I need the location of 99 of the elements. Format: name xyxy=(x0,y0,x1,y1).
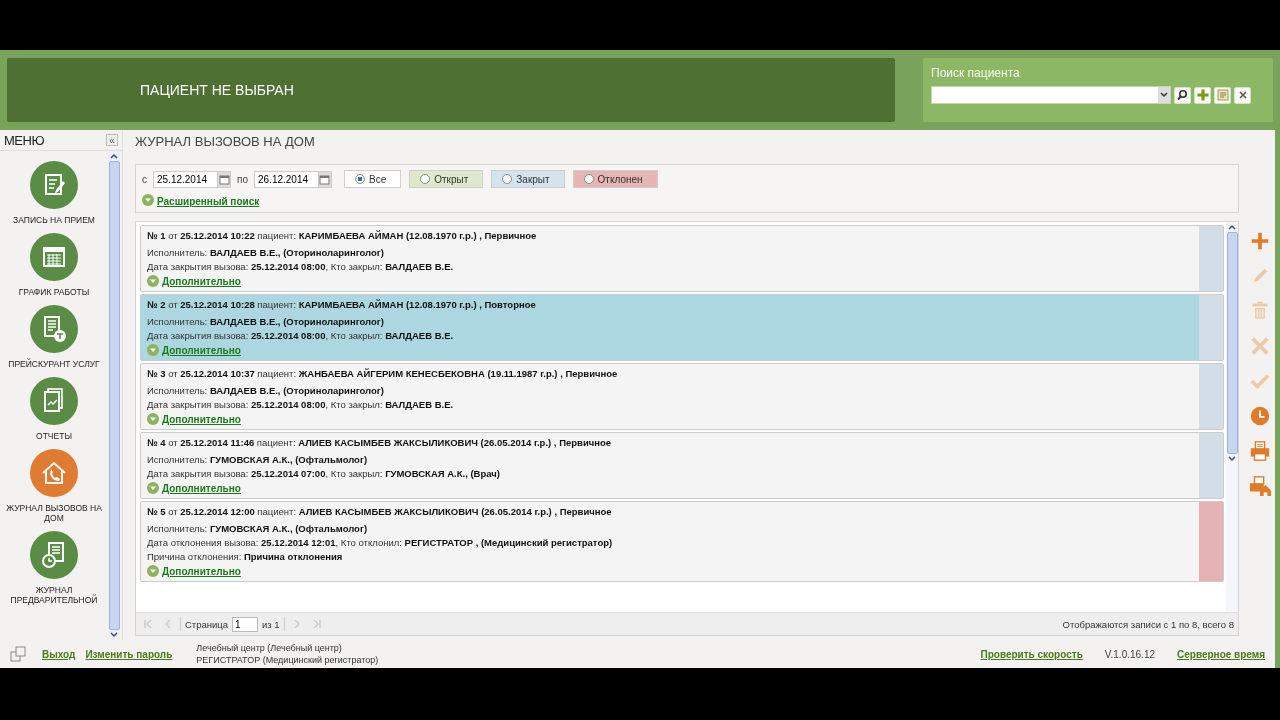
first-page-icon xyxy=(143,619,153,629)
record-text: № 3 от 25.12.2014 10:37 пациент: ЖАНБАЕВА АЙГЕРИМ КЕНЕСБЕКОВНА (19.11.1987 г.р.) , Первичное xyxy=(147,368,619,379)
calendar-button[interactable] xyxy=(217,170,231,188)
plus-icon xyxy=(1195,88,1210,102)
record-card[interactable] xyxy=(140,294,1224,361)
report-icon xyxy=(30,377,78,425)
price-list-icon xyxy=(30,305,78,353)
printer-icon xyxy=(1249,440,1271,462)
collapse-button[interactable]: « xyxy=(106,134,118,146)
next-page-icon xyxy=(291,619,302,629)
record-text: Дата закрытия вызова: 25.12.2014 07:00, Кто закрыл: ГУМОВСКАЯ А.К., (Врач) xyxy=(147,468,501,479)
last-page-icon xyxy=(311,619,322,629)
page-label: Страница xyxy=(185,618,229,630)
expand-icon xyxy=(147,413,159,425)
house-phone-icon xyxy=(30,449,78,497)
record-text: Дата закрытия вызова: 25.12.2014 08:00, Кто закрыл: ВАЛДАЕВ В.Е. xyxy=(147,261,455,272)
more-link[interactable]: Дополнительно xyxy=(162,565,241,577)
record-text: № 1 от 25.12.2014 10:22 пациент: КАРИМБАЕВА АЙМАН (12.08.1970 г.р.) , Первичное xyxy=(147,230,538,241)
expand-icon xyxy=(147,482,159,494)
expand-icon xyxy=(147,275,159,287)
record-card[interactable] xyxy=(140,363,1224,430)
logout-link[interactable]: Выход xyxy=(42,648,76,660)
status-filter-button[interactable]: Отклонен xyxy=(572,170,658,188)
status-filter-button[interactable]: Закрыт xyxy=(491,170,565,188)
search-icon xyxy=(1175,88,1190,102)
search-button[interactable] xyxy=(1174,86,1191,104)
page-count: из 1 xyxy=(262,618,280,630)
date-from-field[interactable]: 25.12.2014 xyxy=(153,170,217,188)
server-time-link[interactable]: Серверное время xyxy=(1177,648,1265,660)
records-summary: Отображаются записи с 1 по 8, всего 8 xyxy=(1062,618,1234,630)
patient-status: ПАЦИЕНТ НЕ ВЫБРАН xyxy=(140,82,294,98)
check-speed-link[interactable]: Проверить скорость xyxy=(980,648,1083,660)
date-to-field[interactable]: 26.12.2014 xyxy=(254,170,318,188)
record-text: Дата отклонения вызова: 25.12.2014 12:01, Кто отклонил: РЕГИСТРАТОР , (Медицинский регистратор) xyxy=(147,537,614,548)
clear-button[interactable] xyxy=(1234,86,1251,104)
patient-search-field[interactable] xyxy=(931,86,1171,104)
printer-house-icon xyxy=(1249,475,1271,497)
notepad-icon xyxy=(1215,88,1230,102)
to-label: по xyxy=(237,173,248,185)
radio-button[interactable] xyxy=(355,174,365,184)
radio-button[interactable] xyxy=(420,174,431,184)
cross-icon xyxy=(1249,335,1271,357)
record-text: Исполнитель: ГУМОВСКАЯ А.К., (Офтальмолог) xyxy=(147,454,369,465)
radio-button[interactable] xyxy=(583,174,594,184)
expand-icon xyxy=(147,344,159,356)
more-link[interactable]: Дополнительно xyxy=(162,482,241,494)
menu-item[interactable]: ПРЕЙСКУРАНТ УСЛУГ xyxy=(2,303,106,371)
clock-icon xyxy=(1249,405,1271,427)
scrollbar[interactable] xyxy=(108,151,120,640)
calendar-icon xyxy=(319,173,331,185)
scroll-down-icon[interactable] xyxy=(1228,456,1236,462)
printhome-button[interactable] xyxy=(1247,473,1273,499)
menu-item[interactable]: ЖУРНАЛ ВЫЗОВОВ НА ДОМ xyxy=(2,447,106,525)
search-label: Поиск пациента xyxy=(931,66,1021,80)
clock-document-icon xyxy=(30,531,78,579)
windows-icon[interactable] xyxy=(10,646,26,662)
version-label: V.1.0.16.12 xyxy=(1104,648,1155,660)
record-text: Исполнитель: ГУМОВСКАЯ А.К., (Офтальмолог) xyxy=(147,523,369,534)
scroll-up-icon[interactable] xyxy=(110,153,118,159)
plus-icon xyxy=(1249,230,1271,252)
more-link[interactable]: Дополнительно xyxy=(162,344,241,356)
record-text: № 5 от 25.12.2014 12:00 пациент: АЛИЕВ КАСЫМБЕВ ЖАКСЫЛИКОВИЧ (26.05.2014 г.р.) , Первичное xyxy=(147,506,613,517)
expand-icon xyxy=(142,194,154,206)
previous-page-icon xyxy=(163,619,173,629)
change-password-link[interactable]: Изменить пароль xyxy=(85,648,173,660)
record-text: Исполнитель: ВАЛДАЕВ В.Е., (Оториноларинголог) xyxy=(147,316,385,327)
scroll-down-icon[interactable] xyxy=(110,632,118,638)
document-pen-icon xyxy=(30,161,78,209)
radio-button[interactable] xyxy=(502,174,513,184)
record-text: Дата закрытия вызова: 25.12.2014 08:00, Кто закрыл: ВАЛДАЕВ В.Е. xyxy=(147,399,455,410)
record-card[interactable] xyxy=(140,501,1224,582)
status-filter-button[interactable]: Открыт xyxy=(409,170,484,188)
calendar-icon xyxy=(30,233,78,281)
calendar-icon xyxy=(218,173,230,185)
user-info-text: Лечебный центр (Лечебный центр) xyxy=(196,642,343,654)
menu-item[interactable]: ОТЧЕТЫ xyxy=(2,375,106,443)
record-card[interactable] xyxy=(140,225,1224,292)
menu-item[interactable]: ЖУРНАЛ ПРЕДВАРИТЕЛЬНОЙ xyxy=(2,529,106,607)
record-card[interactable] xyxy=(140,432,1224,499)
more-link[interactable]: Дополнительно xyxy=(162,275,241,287)
expand-icon xyxy=(147,565,159,577)
record-text: Исполнитель: ВАЛДАЕВ В.Е., (Оториноларинголог) xyxy=(147,385,385,396)
menu-item[interactable]: ГРАФИК РАБОТЫ xyxy=(2,231,106,299)
advanced-search-link[interactable]: Расширенный поиск xyxy=(157,195,260,207)
from-label: с xyxy=(142,173,147,185)
user-info-text: РЕГИСТРАТОР (Медицинский регистратор) xyxy=(196,654,379,666)
menu-item[interactable]: ЗАПИСЬ НА ПРИЕМ xyxy=(2,159,106,227)
page-field[interactable]: 1 xyxy=(232,616,259,632)
record-text: Дата закрытия вызова: 25.12.2014 08:00, Кто закрыл: ВАЛДАЕВ В.Е. xyxy=(147,330,455,341)
record-text: Причина отклонения: Причина отклонения xyxy=(147,551,344,562)
more-link[interactable]: Дополнительно xyxy=(162,413,241,425)
menu-title: МЕНЮ xyxy=(4,132,45,148)
page-title: ЖУРНАЛ ВЫЗОВОВ НА ДОМ xyxy=(135,134,316,151)
record-text: № 4 от 25.12.2014 11:46 пациент: АЛИЕВ КАСЫМБЕВ ЖАКСЫЛИКОВИЧ (26.05.2014 г.р.) , Первичное xyxy=(147,437,613,448)
scroll-up-icon[interactable] xyxy=(1228,224,1236,230)
record-text: № 2 от 25.12.2014 10:28 пациент: КАРИМБАЕВА АЙМАН (12.08.1970 г.р.) , Повторное xyxy=(147,299,537,310)
status-filter-button[interactable]: Все xyxy=(344,170,402,188)
record-text: Исполнитель: ВАЛДАЕВ В.Е., (Оториноларинголог) xyxy=(147,247,385,258)
scrollbar[interactable] xyxy=(1226,222,1238,612)
